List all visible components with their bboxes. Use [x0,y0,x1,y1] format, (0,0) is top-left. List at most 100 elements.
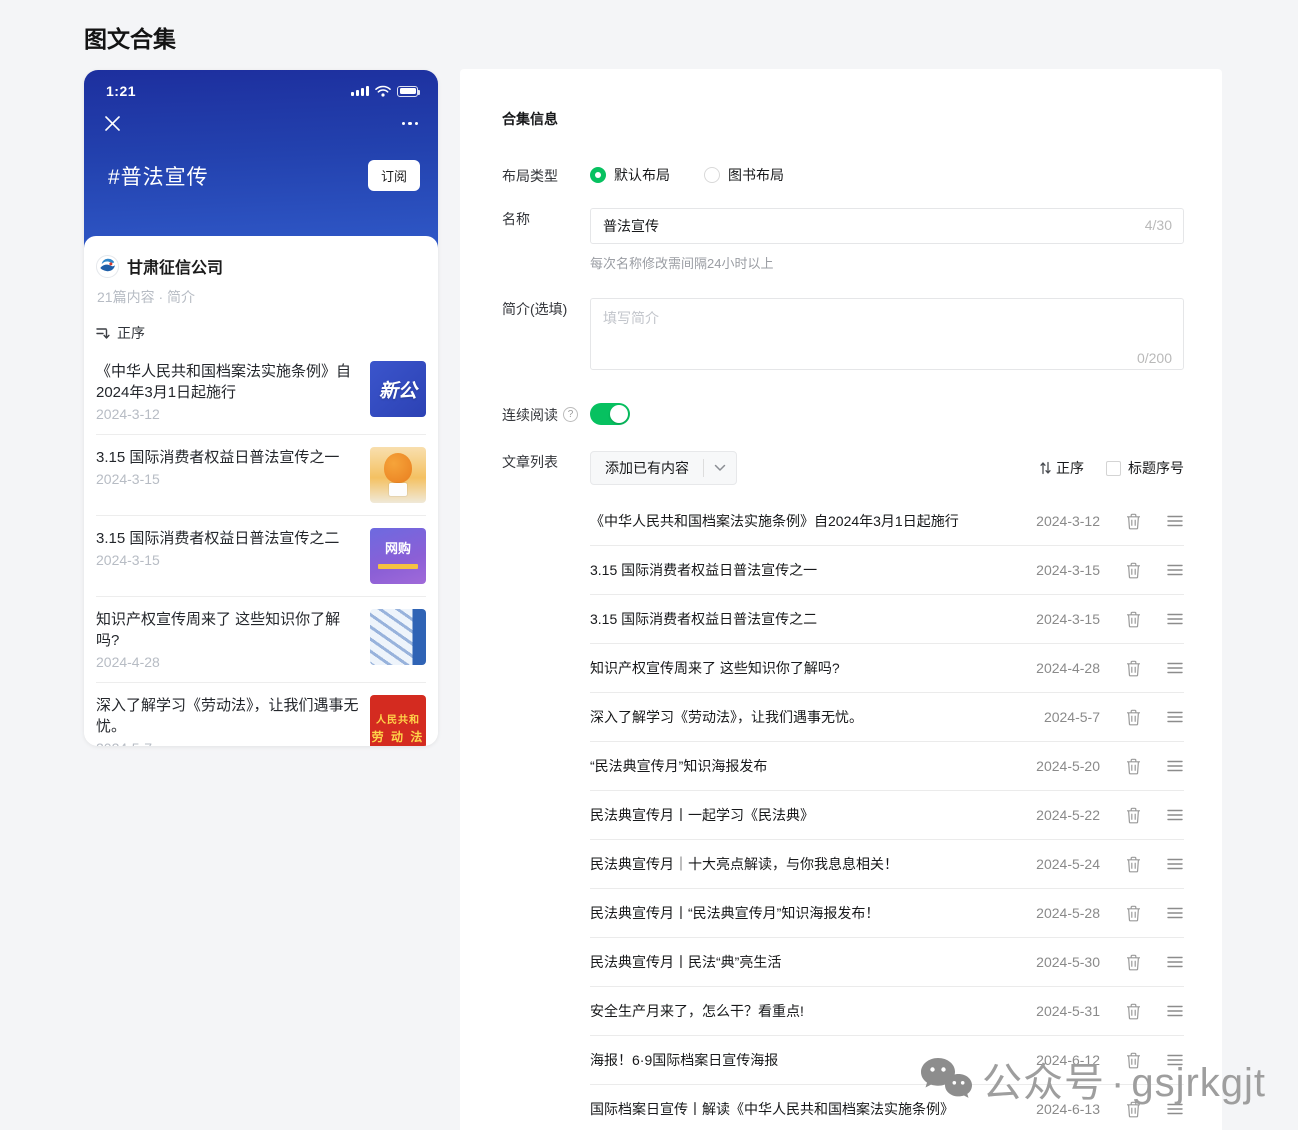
more-icon [402,122,419,126]
intro-textarea[interactable] [590,298,1184,370]
intro-counter: 0/200 [1137,350,1172,366]
help-icon[interactable]: ? [563,407,578,422]
delete-icon[interactable] [1124,1003,1142,1020]
drag-handle-icon[interactable] [1166,1005,1184,1017]
table-row: 知识产权宣传周来了 这些知识你了解吗? 2024-4-28 [590,644,1184,693]
delete-icon[interactable] [1124,513,1142,530]
drag-handle-icon[interactable] [1166,760,1184,772]
delete-icon[interactable] [1124,758,1142,775]
article-table: 《中华人民共和国档案法实施条例》自2024年3月1日起施行 2024-3-12 … [590,497,1184,1130]
account-meta: 21篇内容 · 简介 [97,287,426,307]
row-article-title: 民法典宣传月丨民法“典”亮生活 [590,952,1028,972]
drag-handle-icon[interactable] [1166,711,1184,723]
list-sort-control[interactable]: 正序 [1040,458,1084,478]
phone-article-title: 3.15 国际消费者权益日普法宣传之二 [96,528,360,549]
add-existing-content-button[interactable]: 添加已有内容 [590,451,737,485]
drag-handle-icon[interactable] [1166,858,1184,870]
row-article-date: 2024-5-28 [1028,905,1100,921]
radio-book-layout[interactable]: 图书布局 [704,165,784,185]
delete-icon[interactable] [1124,562,1142,579]
continuous-reading-label: 连续阅读 [502,405,558,425]
radio-default-layout-label: 默认布局 [614,165,670,185]
table-row: 国际档案日宣传丨解读《中华人民共和国档案法实施条例》 2024-6-13 [590,1085,1184,1130]
row-article-title: 深入了解学习《劳动法》，让我们遇事无忧。 [590,707,1028,727]
drag-handle-icon[interactable] [1166,1054,1184,1066]
delete-icon[interactable] [1124,807,1142,824]
name-input[interactable] [590,208,1184,244]
row-article-title: 海报！6·9国际档案日宣传海报 [590,1050,1028,1070]
name-counter: 4/30 [1145,217,1172,233]
drag-handle-icon[interactable] [1166,662,1184,674]
sort-arrows-icon [1040,461,1051,475]
article-list-label: 文章列表 [502,451,590,472]
radio-default-layout[interactable]: 默认布局 [590,165,670,185]
drag-handle-icon[interactable] [1166,907,1184,919]
battery-icon [397,86,418,97]
drag-handle-icon[interactable] [1166,515,1184,527]
phone-article-thumbnail: 新公 [370,361,426,417]
phone-article-thumbnail: 人民共和 劳 动 法 [370,695,426,746]
radio-unselected-icon[interactable] [704,167,720,183]
delete-icon[interactable] [1124,611,1142,628]
table-row: 深入了解学习《劳动法》，让我们遇事无忧。 2024-5-7 [590,693,1184,742]
drag-handle-icon[interactable] [1166,564,1184,576]
intro-label: 简介(选填) [502,298,590,319]
phone-sort-control: 正序 [96,323,426,343]
list-sort-label: 正序 [1056,458,1084,478]
checkbox-icon[interactable] [1106,461,1121,476]
table-row: 3.15 国际消费者权益日普法宣传之一 2024-3-15 [590,546,1184,595]
phone-article-title: 深入了解学习《劳动法》，让我们遇事无忧。 [96,695,360,737]
phone-article-title: 3.15 国际消费者权益日普法宣传之一 [96,447,360,468]
drag-handle-icon[interactable] [1166,1103,1184,1115]
delete-icon[interactable] [1124,1052,1142,1069]
row-article-date: 2024-5-30 [1028,954,1100,970]
row-article-date: 2024-5-20 [1028,758,1100,774]
section-title: 合集信息 [502,109,1184,129]
phone-sort-label: 正序 [117,323,145,343]
radio-selected-icon[interactable] [590,167,606,183]
phone-content-card: 甘肃征信公司 21篇内容 · 简介 正序 《中华人民共和国档案法实施条例》自20… [84,236,438,746]
table-row: 《中华人民共和国档案法实施条例》自2024年3月1日起施行 2024-3-12 [590,497,1184,546]
phone-article-title: 《中华人民共和国档案法实施条例》自2024年3月1日起施行 [96,361,360,403]
row-article-title: 民法典宣传月丨一起学习《民法典》 [590,805,1028,825]
title-numbering-checkbox[interactable]: 标题序号 [1106,458,1184,478]
thumbnail-text: 新公 [379,376,417,403]
phone-article-list: 《中华人民共和国档案法实施条例》自2024年3月1日起施行 2024-3-12 … [96,349,426,746]
thumbnail-text: 人民共和 [376,711,420,726]
delete-icon[interactable] [1124,905,1142,922]
phone-article-title: 知识产权宣传周来了 这些知识你了解吗? [96,609,360,651]
table-row: 安全生产月来了，怎么干？看重点! 2024-5-31 [590,987,1184,1036]
drag-handle-icon[interactable] [1166,809,1184,821]
page-title: 图文合集 [84,20,176,54]
phone-article-date: 2024-5-7 [96,740,360,746]
delete-icon[interactable] [1124,1101,1142,1118]
row-article-title: 安全生产月来了，怎么干？看重点! [590,1001,1028,1021]
drag-handle-icon[interactable] [1166,956,1184,968]
phone-article-date: 2024-4-28 [96,654,360,670]
row-article-date: 2024-3-15 [1028,562,1100,578]
table-row: 3.15 国际消费者权益日普法宣传之二 2024-3-15 [590,595,1184,644]
row-article-date: 2024-5-7 [1028,709,1100,725]
phone-statusbar: 1:21 [84,70,438,99]
phone-preview: 1:21 #普法宣传 订阅 [84,70,438,746]
continuous-reading-toggle[interactable] [590,403,630,425]
close-icon [104,115,121,132]
delete-icon[interactable] [1124,709,1142,726]
phone-article-item: 3.15 国际消费者权益日普法宣传之二 2024-3-15 网购 [96,516,426,597]
account-name: 甘肃征信公司 [127,254,223,278]
table-row: 民法典宣传月｜十大亮点解读，与你我息息相关！ 2024-5-24 [590,840,1184,889]
row-article-date: 2024-4-28 [1028,660,1100,676]
delete-icon[interactable] [1124,856,1142,873]
phone-article-thumbnail [370,447,426,503]
phone-article-thumbnail [370,609,426,665]
delete-icon[interactable] [1124,954,1142,971]
row-article-title: 3.15 国际消费者权益日普法宣传之二 [590,609,1028,629]
chevron-down-icon[interactable] [704,464,736,472]
table-row: 民法典宣传月丨“民法典宣传月”知识海报发布！ 2024-5-28 [590,889,1184,938]
row-article-title: 3.15 国际消费者权益日普法宣传之一 [590,560,1028,580]
drag-handle-icon[interactable] [1166,613,1184,625]
delete-icon[interactable] [1124,660,1142,677]
row-article-title: 《中华人民共和国档案法实施条例》自2024年3月1日起施行 [590,511,1028,531]
phone-article-item: 《中华人民共和国档案法实施条例》自2024年3月1日起施行 2024-3-12 … [96,349,426,435]
row-article-title: 知识产权宣传周来了 这些知识你了解吗? [590,658,1028,678]
